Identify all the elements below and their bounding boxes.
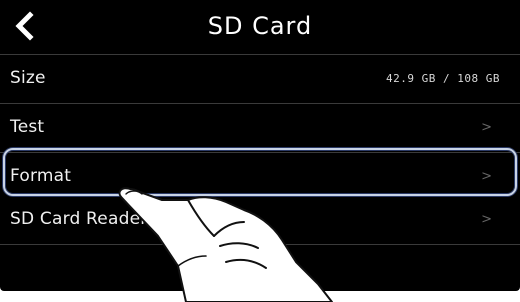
list-item-format[interactable]: Format > xyxy=(0,153,520,201)
test-label: Test xyxy=(10,117,45,137)
chevron-right-icon: > xyxy=(481,120,492,135)
chevron-right-icon: > xyxy=(481,212,492,227)
size-label: Size xyxy=(10,68,46,88)
chevron-right-icon: > xyxy=(481,169,492,184)
sd-card-screen: SD Card Size 42.9 GB / 108 GB Test > For… xyxy=(0,0,520,291)
sd-card-reader-label: SD Card Reader xyxy=(10,209,148,229)
header: SD Card xyxy=(0,0,520,55)
list-item-test[interactable]: Test > xyxy=(0,104,520,153)
page-title: SD Card xyxy=(207,12,313,40)
size-value: 42.9 GB / 108 GB xyxy=(386,72,500,85)
list-item-size: Size 42.9 GB / 108 GB xyxy=(0,55,520,104)
list-item-sd-card-reader[interactable]: SD Card Reader > xyxy=(0,196,520,245)
format-label: Format xyxy=(10,166,72,186)
